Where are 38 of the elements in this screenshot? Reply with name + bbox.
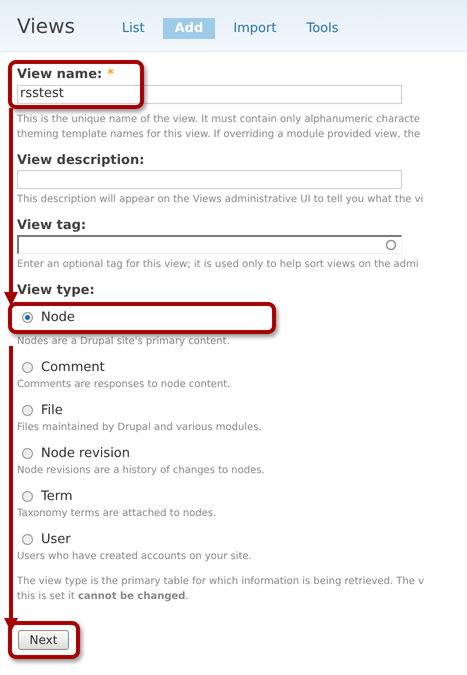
radio-button[interactable] [22,448,33,459]
autocomplete-icon [385,238,397,250]
radio-button[interactable] [22,491,33,502]
text-field[interactable]: rsstest [17,84,402,104]
page-title: Views [17,12,75,40]
radio-button[interactable] [22,362,33,373]
tab[interactable]: Tools [294,18,350,39]
radio-label[interactable]: Node revision [41,444,130,464]
help-text: Node revisions are a history of changes to nodes. [17,464,266,478]
help-text: Files maintained by Drupal and various modules. [17,420,263,434]
field-label: View tag: [17,216,86,234]
help-text: Enter an optional tag for this view; it is used only to help sort views on the admi [17,258,420,272]
help-text: Nodes are a Drupal site's primary content. [17,334,231,348]
required-mark: * [107,66,114,84]
tab[interactable]: Import [221,18,288,39]
radio-button[interactable] [22,534,33,545]
radio-button[interactable] [22,312,33,323]
radio-label[interactable]: User [41,530,71,550]
radio-label[interactable]: Node [41,308,75,328]
tab[interactable]: List [110,18,157,39]
help-text: Users who have created accounts on your site. [17,550,253,564]
help-text: Taxonomy terms are attached to nodes. [17,506,218,520]
radio-label[interactable]: Term [41,486,73,506]
text-field[interactable] [17,170,402,188]
field-label: View description: [17,152,144,170]
help-text: theming template names for this view. If overriding a module provided view, the [17,128,422,142]
help-text: this is set it cannot be changed. [17,590,190,604]
radio-label[interactable]: Comment [41,358,105,378]
next-button[interactable]: Next [18,630,69,650]
help-text: Comments are responses to node content. [17,378,232,392]
help-text: The view type is the primary table for which information is being retrieved. The v [17,574,425,588]
help-text: This is the unique name of the view. It must contain only alphanumeric characte [17,112,421,126]
radio-label[interactable]: File [41,400,63,420]
field-label: View name: [17,66,102,84]
tag-field[interactable] [17,234,402,254]
help-text: This description will appear on the Views administrative UI to tell you what the vi [17,192,424,206]
field-label: View type: [17,282,96,300]
radio-button[interactable] [22,405,33,416]
